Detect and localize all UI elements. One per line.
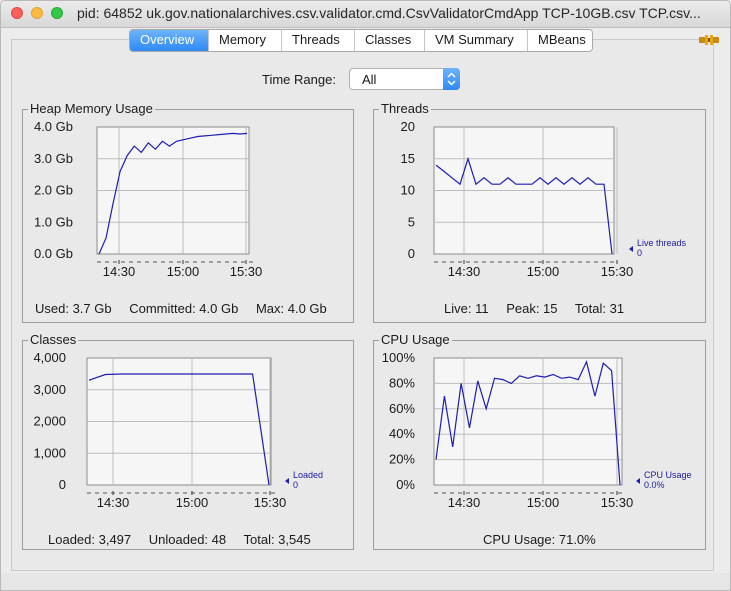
chevron-updown-icon — [443, 68, 460, 90]
threads-peak: Peak: 15 — [506, 301, 558, 316]
cpu-panel: CPU Usage — [373, 333, 706, 550]
status-bar — [1, 573, 730, 590]
classes-panel: Classes — [22, 333, 354, 550]
classes-stats: Loaded: 3,497 Unloaded: 48 Total: 3,545 — [48, 532, 325, 547]
heap-max: Max: 4.0 Gb — [255, 301, 327, 316]
heap-stats: Used: 3.7 Gb Committed: 4.0 Gb Max: 4.0 … — [35, 301, 341, 316]
tab-mbeans[interactable]: MBeans — [527, 30, 592, 51]
time-range-value: All — [362, 72, 377, 87]
close-button[interactable] — [11, 7, 23, 19]
cpu-panel-title: CPU Usage — [379, 332, 452, 347]
title-bar: pid: 64852 uk.gov.nationalarchives.csv.v… — [1, 1, 730, 28]
threads-live: Live: 11 — [444, 301, 489, 316]
classes-total: Total: 3,545 — [243, 532, 311, 547]
threads-stats: Live: 11 Peak: 15 Total: 31 — [444, 301, 638, 316]
maximize-button[interactable] — [51, 7, 63, 19]
time-range-select[interactable]: All — [349, 68, 460, 90]
heap-committed: Committed: 4.0 Gb — [129, 301, 239, 316]
threads-total: Total: 31 — [574, 301, 625, 316]
time-range-label: Time Range: — [262, 72, 336, 87]
heap-panel-title: Heap Memory Usage — [28, 101, 155, 116]
tab-bar: Overview Memory Threads Classes VM Summa… — [129, 29, 593, 52]
cpu-stats: CPU Usage: 71.0% — [483, 532, 610, 547]
connection-plug-icon[interactable] — [698, 33, 720, 47]
app-window: pid: 64852 uk.gov.nationalarchives.csv.v… — [0, 0, 731, 591]
cpu-usage-value: CPU Usage: 71.0% — [483, 532, 596, 547]
window-title: pid: 64852 uk.gov.nationalarchives.csv.v… — [77, 5, 701, 21]
tab-overview[interactable]: Overview — [130, 30, 208, 51]
heap-panel: Heap Memory Usage — [22, 102, 354, 323]
classes-panel-title: Classes — [28, 332, 79, 347]
threads-panel-title: Threads — [379, 101, 431, 116]
classes-unloaded: Unloaded: 48 — [148, 532, 227, 547]
threads-panel: Threads — [373, 102, 706, 323]
tab-vm-summary[interactable]: VM Summary — [424, 30, 527, 51]
tab-threads[interactable]: Threads — [281, 30, 354, 51]
minimize-button[interactable] — [31, 7, 43, 19]
tab-classes[interactable]: Classes — [354, 30, 424, 51]
heap-used: Used: 3.7 Gb — [35, 301, 112, 316]
tab-memory[interactable]: Memory — [208, 30, 281, 51]
classes-loaded: Loaded: 3,497 — [48, 532, 132, 547]
